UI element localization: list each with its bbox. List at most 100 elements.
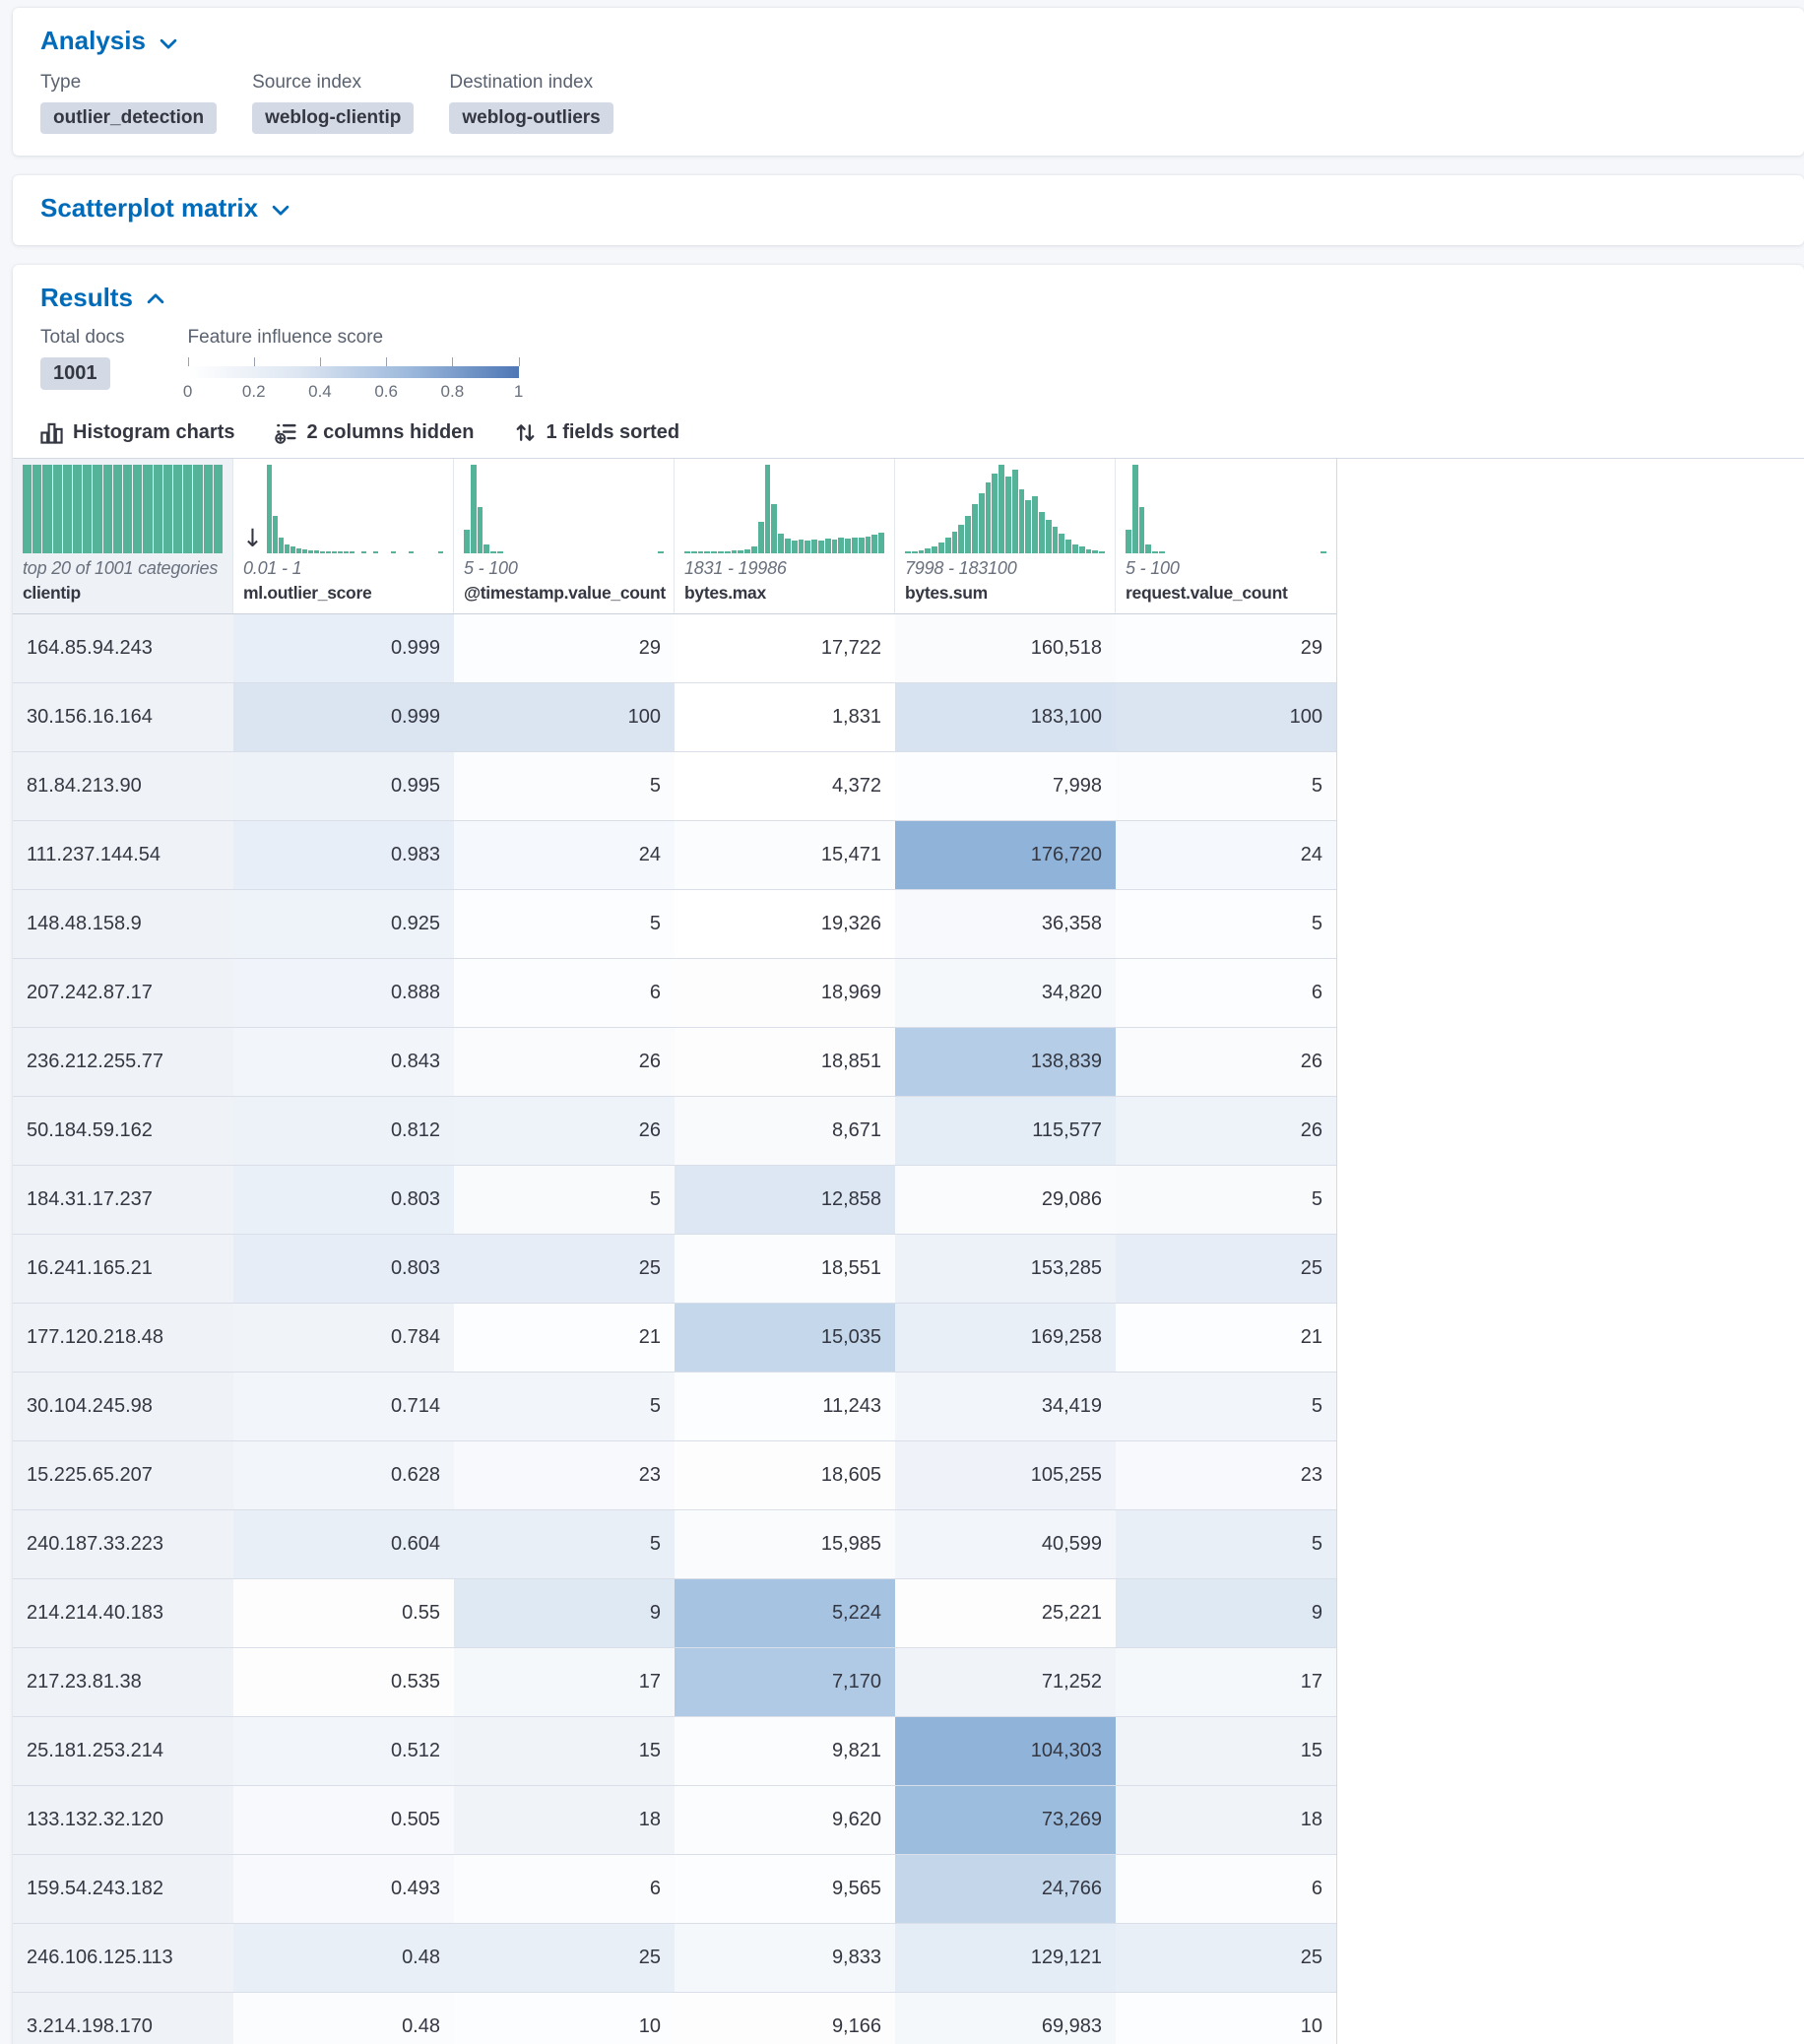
cell-request-value-count[interactable]: 25 (1116, 1924, 1336, 1992)
cell-ml-outlier-score[interactable]: 0.604 (233, 1510, 454, 1578)
cell-bytes-max[interactable]: 9,821 (675, 1717, 895, 1785)
cell-timestamp-value-count[interactable]: 6 (454, 959, 675, 1027)
column-header-timestamp-value-count[interactable]: 5 - 100@timestamp.value_count (454, 459, 675, 613)
cell-timestamp-value-count[interactable]: 26 (454, 1097, 675, 1165)
cell-bytes-max[interactable]: 9,565 (675, 1855, 895, 1923)
cell-request-value-count[interactable]: 100 (1116, 683, 1336, 751)
cell-ml-outlier-score[interactable]: 0.512 (233, 1717, 454, 1785)
cell-ml-outlier-score[interactable]: 0.983 (233, 821, 454, 889)
cell-request-value-count[interactable]: 26 (1116, 1028, 1336, 1096)
cell-bytes-max[interactable]: 12,858 (675, 1166, 895, 1234)
cell-timestamp-value-count[interactable]: 6 (454, 1855, 675, 1923)
cell-bytes-sum[interactable]: 169,258 (895, 1304, 1116, 1372)
cell-bytes-max[interactable]: 1,831 (675, 683, 895, 751)
cell-ml-outlier-score[interactable]: 0.714 (233, 1373, 454, 1440)
cell-clientip[interactable]: 133.132.32.120 (13, 1786, 233, 1854)
cell-request-value-count[interactable]: 26 (1116, 1097, 1336, 1165)
cell-clientip[interactable]: 184.31.17.237 (13, 1166, 233, 1234)
cell-request-value-count[interactable]: 21 (1116, 1304, 1336, 1372)
cell-ml-outlier-score[interactable]: 0.628 (233, 1441, 454, 1509)
cell-bytes-max[interactable]: 15,035 (675, 1304, 895, 1372)
cell-timestamp-value-count[interactable]: 17 (454, 1648, 675, 1716)
cell-clientip[interactable]: 30.156.16.164 (13, 683, 233, 751)
cell-bytes-sum[interactable]: 129,121 (895, 1924, 1116, 1992)
cell-bytes-max[interactable]: 9,620 (675, 1786, 895, 1854)
cell-bytes-sum[interactable]: 73,269 (895, 1786, 1116, 1854)
scatterplot-section-toggle[interactable]: Scatterplot matrix (13, 175, 1804, 245)
cell-bytes-sum[interactable]: 153,285 (895, 1235, 1116, 1303)
cell-request-value-count[interactable]: 29 (1116, 614, 1336, 682)
cell-clientip[interactable]: 30.104.245.98 (13, 1373, 233, 1440)
cell-request-value-count[interactable]: 5 (1116, 1510, 1336, 1578)
cell-bytes-sum[interactable]: 24,766 (895, 1855, 1116, 1923)
cell-bytes-max[interactable]: 4,372 (675, 752, 895, 820)
cell-clientip[interactable]: 214.214.40.183 (13, 1579, 233, 1647)
cell-bytes-sum[interactable]: 25,221 (895, 1579, 1116, 1647)
cell-request-value-count[interactable]: 10 (1116, 1993, 1336, 2044)
cell-bytes-sum[interactable]: 115,577 (895, 1097, 1116, 1165)
cell-clientip[interactable]: 177.120.218.48 (13, 1304, 233, 1372)
cell-timestamp-value-count[interactable]: 21 (454, 1304, 675, 1372)
cell-timestamp-value-count[interactable]: 10 (454, 1993, 675, 2044)
cell-bytes-max[interactable]: 9,166 (675, 1993, 895, 2044)
cell-request-value-count[interactable]: 23 (1116, 1441, 1336, 1509)
cell-ml-outlier-score[interactable]: 0.505 (233, 1786, 454, 1854)
cell-request-value-count[interactable]: 25 (1116, 1235, 1336, 1303)
cell-bytes-sum[interactable]: 36,358 (895, 890, 1116, 958)
cell-bytes-max[interactable]: 15,471 (675, 821, 895, 889)
cell-request-value-count[interactable]: 6 (1116, 1855, 1336, 1923)
analysis-section-toggle[interactable]: Analysis (13, 8, 1804, 56)
cell-timestamp-value-count[interactable]: 5 (454, 1373, 675, 1440)
column-header-clientip[interactable]: top 20 of 1001 categoriesclientip (13, 459, 233, 613)
cell-timestamp-value-count[interactable]: 23 (454, 1441, 675, 1509)
cell-ml-outlier-score[interactable]: 0.55 (233, 1579, 454, 1647)
cell-bytes-sum[interactable]: 105,255 (895, 1441, 1116, 1509)
cell-bytes-max[interactable]: 5,224 (675, 1579, 895, 1647)
cell-request-value-count[interactable]: 5 (1116, 890, 1336, 958)
column-header-bytes-max[interactable]: 1831 - 19986bytes.max (675, 459, 895, 613)
cell-bytes-sum[interactable]: 34,419 (895, 1373, 1116, 1440)
cell-request-value-count[interactable]: 5 (1116, 752, 1336, 820)
histogram-charts-button[interactable]: Histogram charts (40, 421, 235, 444)
cell-clientip[interactable]: 148.48.158.9 (13, 890, 233, 958)
fields-sorted-button[interactable]: 1 fields sorted (514, 421, 680, 444)
cell-ml-outlier-score[interactable]: 0.803 (233, 1166, 454, 1234)
cell-timestamp-value-count[interactable]: 25 (454, 1924, 675, 1992)
cell-timestamp-value-count[interactable]: 100 (454, 683, 675, 751)
cell-clientip[interactable]: 25.181.253.214 (13, 1717, 233, 1785)
cell-ml-outlier-score[interactable]: 0.999 (233, 614, 454, 682)
cell-ml-outlier-score[interactable]: 0.803 (233, 1235, 454, 1303)
cell-timestamp-value-count[interactable]: 5 (454, 1166, 675, 1234)
cell-ml-outlier-score[interactable]: 0.843 (233, 1028, 454, 1096)
cell-ml-outlier-score[interactable]: 0.888 (233, 959, 454, 1027)
cell-bytes-max[interactable]: 15,985 (675, 1510, 895, 1578)
cell-ml-outlier-score[interactable]: 0.995 (233, 752, 454, 820)
cell-bytes-max[interactable]: 11,243 (675, 1373, 895, 1440)
cell-clientip[interactable]: 81.84.213.90 (13, 752, 233, 820)
cell-bytes-sum[interactable]: 69,983 (895, 1993, 1116, 2044)
cell-bytes-max[interactable]: 17,722 (675, 614, 895, 682)
column-header-ml-outlier-score[interactable]: ↓0.01 - 1ml.outlier_score (233, 459, 454, 613)
cell-ml-outlier-score[interactable]: 0.48 (233, 1993, 454, 2044)
cell-request-value-count[interactable]: 5 (1116, 1373, 1336, 1440)
cell-clientip[interactable]: 246.106.125.113 (13, 1924, 233, 1992)
cell-ml-outlier-score[interactable]: 0.812 (233, 1097, 454, 1165)
cell-bytes-max[interactable]: 19,326 (675, 890, 895, 958)
cell-timestamp-value-count[interactable]: 5 (454, 890, 675, 958)
cell-bytes-max[interactable]: 18,969 (675, 959, 895, 1027)
cell-clientip[interactable]: 16.241.165.21 (13, 1235, 233, 1303)
cell-timestamp-value-count[interactable]: 5 (454, 752, 675, 820)
columns-hidden-button[interactable]: 2 columns hidden (275, 421, 475, 444)
cell-ml-outlier-score[interactable]: 0.493 (233, 1855, 454, 1923)
cell-ml-outlier-score[interactable]: 0.48 (233, 1924, 454, 1992)
cell-request-value-count[interactable]: 9 (1116, 1579, 1336, 1647)
cell-clientip[interactable]: 240.187.33.223 (13, 1510, 233, 1578)
cell-clientip[interactable]: 159.54.243.182 (13, 1855, 233, 1923)
cell-bytes-sum[interactable]: 138,839 (895, 1028, 1116, 1096)
cell-bytes-sum[interactable]: 160,518 (895, 614, 1116, 682)
cell-bytes-sum[interactable]: 71,252 (895, 1648, 1116, 1716)
cell-bytes-max[interactable]: 8,671 (675, 1097, 895, 1165)
results-section-toggle[interactable]: Results (13, 265, 1804, 313)
cell-clientip[interactable]: 50.184.59.162 (13, 1097, 233, 1165)
cell-request-value-count[interactable]: 15 (1116, 1717, 1336, 1785)
